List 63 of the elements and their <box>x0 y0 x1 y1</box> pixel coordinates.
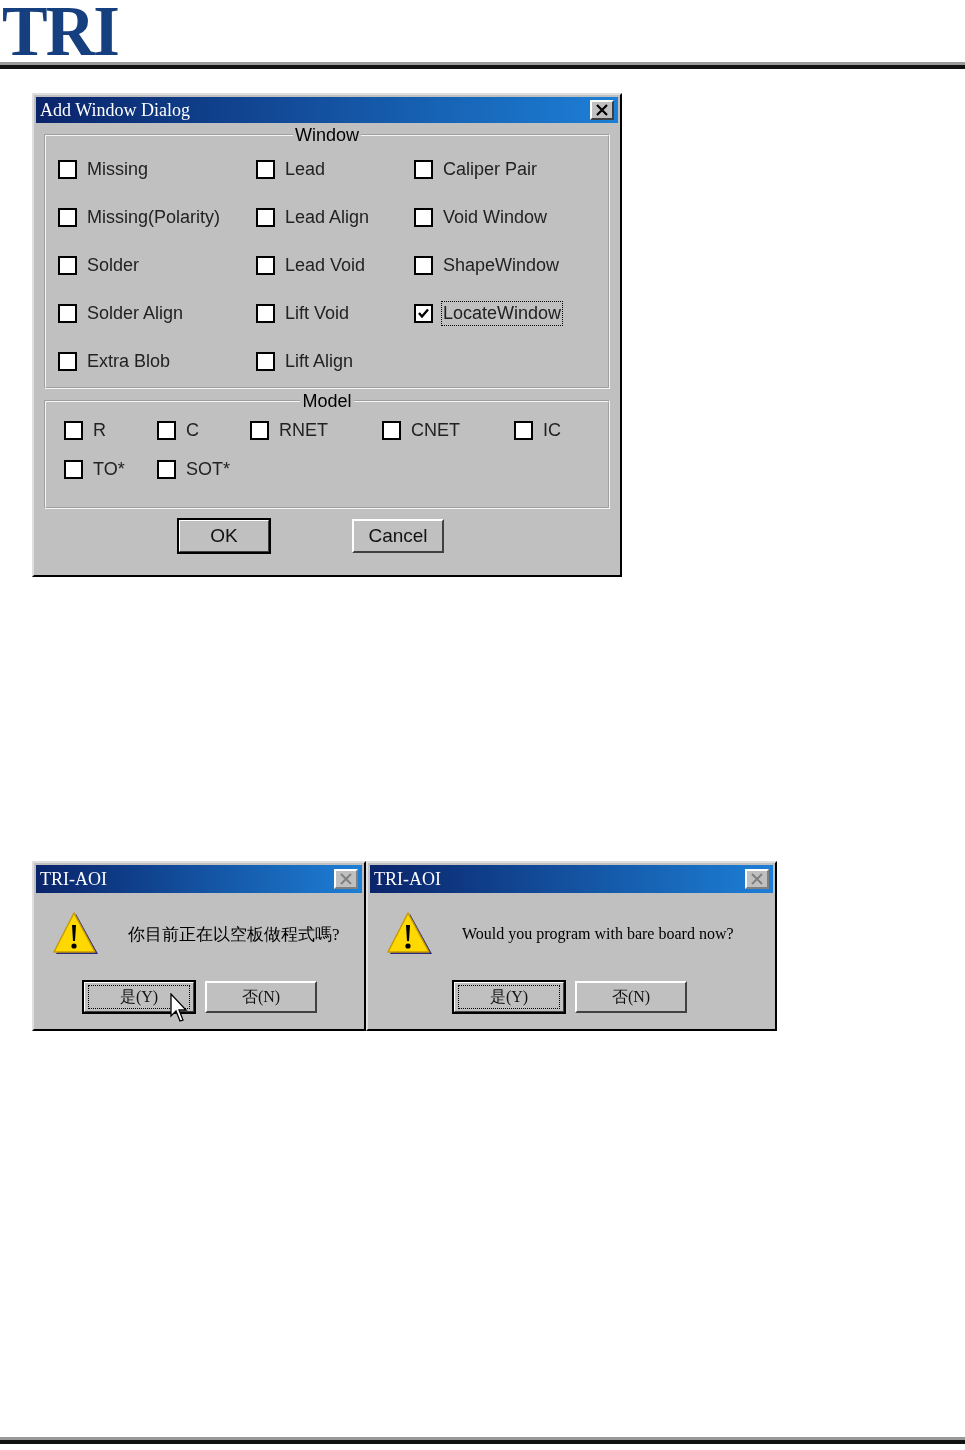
checkbox[interactable] <box>382 421 401 440</box>
message-text: Would you program with bare board now? <box>462 925 734 943</box>
checkbox-label[interactable]: TO* <box>91 457 127 482</box>
checkbox[interactable] <box>514 421 533 440</box>
group-label: Window <box>294 125 360 145</box>
checkbox-label[interactable]: C <box>184 418 201 443</box>
close-button[interactable] <box>590 100 614 120</box>
logo: TRI <box>2 0 118 62</box>
checkbox-label[interactable]: Lift Align <box>283 348 356 374</box>
checkbox[interactable] <box>414 159 433 179</box>
warning-icon <box>386 911 434 957</box>
warning-icon <box>52 911 100 957</box>
checkbox[interactable] <box>250 421 269 440</box>
checkbox-label[interactable]: Caliper Pair <box>441 156 540 182</box>
checkbox[interactable] <box>256 303 275 323</box>
checkbox[interactable] <box>414 207 433 227</box>
close-icon <box>595 104 609 116</box>
close-icon <box>339 873 353 885</box>
window-title: TRI-AOI <box>374 868 441 890</box>
yes-button[interactable]: 是(Y) <box>83 981 195 1013</box>
checkbox[interactable] <box>414 303 433 323</box>
checkbox[interactable] <box>58 207 77 227</box>
checkbox-label[interactable]: Lead <box>283 156 328 182</box>
checkbox-label[interactable]: SOT* <box>184 457 232 482</box>
checkbox[interactable] <box>414 255 433 275</box>
checkbox[interactable] <box>256 159 275 179</box>
checkbox[interactable] <box>58 255 77 275</box>
checkbox[interactable] <box>58 351 77 371</box>
group-label: Model <box>301 391 353 411</box>
checkbox-label[interactable]: Extra Blob <box>85 348 173 374</box>
checkbox[interactable] <box>64 421 83 440</box>
checkbox-label[interactable]: CNET <box>409 418 462 443</box>
checkbox-label[interactable]: Solder <box>85 252 142 278</box>
checkbox-label[interactable]: RNET <box>277 418 330 443</box>
checkbox-label[interactable]: Lead Align <box>283 204 372 230</box>
checkbox-label[interactable]: Missing <box>85 156 150 182</box>
checkbox[interactable] <box>58 159 77 179</box>
close-icon <box>750 873 764 885</box>
checkbox-label[interactable]: LocateWindow <box>441 300 564 326</box>
checkbox-label[interactable]: Missing(Polarity) <box>85 204 223 230</box>
checkbox[interactable] <box>157 460 176 479</box>
checkbox[interactable] <box>157 421 176 440</box>
ok-button[interactable]: OK <box>178 519 270 553</box>
no-button[interactable]: 否(N) <box>575 981 687 1013</box>
checkbox-label[interactable]: Solder Align <box>85 300 186 326</box>
checkbox-label[interactable]: IC <box>541 418 563 443</box>
message-text: 你目前正在以空板做程式嗎? <box>128 923 340 946</box>
checkbox-label[interactable]: Lift Void <box>283 300 352 326</box>
checkbox-label[interactable]: R <box>91 418 108 443</box>
checkbox[interactable] <box>58 303 77 323</box>
window-title: Add Window Dialog <box>40 99 190 121</box>
checkbox[interactable] <box>256 255 275 275</box>
checkbox[interactable] <box>256 351 275 371</box>
window-title: TRI-AOI <box>40 868 107 890</box>
checkbox-label[interactable]: Void Window <box>441 204 550 230</box>
checkbox[interactable] <box>256 207 275 227</box>
cancel-button[interactable]: Cancel <box>352 519 444 553</box>
no-button[interactable]: 否(N) <box>205 981 317 1013</box>
yes-button[interactable]: 是(Y) <box>453 981 565 1013</box>
checkmark-icon <box>417 306 430 320</box>
checkbox-label[interactable]: ShapeWindow <box>441 252 562 278</box>
checkbox-label[interactable]: Lead Void <box>283 252 368 278</box>
checkbox[interactable] <box>64 460 83 479</box>
